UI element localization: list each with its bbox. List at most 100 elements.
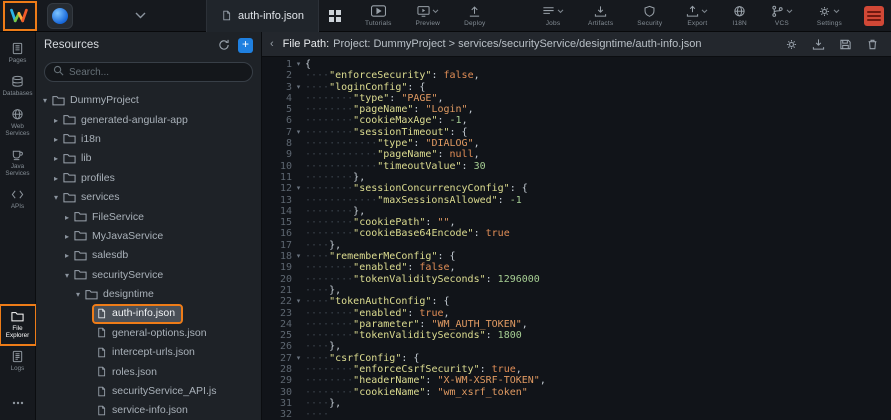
topbar-preview-button[interactable]: Preview xyxy=(416,5,441,27)
topbar-jobs-button[interactable]: Jobs xyxy=(542,5,564,27)
code-editor[interactable]: 1 ▾ { 2 ····"enforceSecurity": false, 3 … xyxy=(262,57,891,420)
tree-folder-i18n[interactable]: ▸ i18n xyxy=(36,130,261,149)
fold-toggle-icon[interactable]: ▾ xyxy=(292,82,305,93)
sidebar-item-java-services[interactable]: Java Services xyxy=(1,144,35,182)
sidebar-item-more[interactable] xyxy=(1,393,35,414)
tree-folder-myjavaservice[interactable]: ▸ MyJavaService xyxy=(36,227,261,246)
topbar-preview-label: Preview xyxy=(416,20,441,27)
database-icon xyxy=(11,75,24,88)
sidebar-item-web-services[interactable]: Web Services xyxy=(1,104,35,142)
code-line-content: ········"tokenValiditySeconds": 1296000 xyxy=(305,274,540,285)
topbar-i18n-button[interactable]: I18N xyxy=(732,5,747,27)
project-avatar[interactable] xyxy=(47,3,73,29)
tree-file-roles-json[interactable]: roles.json xyxy=(36,362,261,381)
sidebar-item-file-explorer[interactable]: File Explorer xyxy=(1,306,35,344)
line-number: 17 xyxy=(262,240,292,251)
i18n-icon xyxy=(733,5,746,18)
file-icon xyxy=(96,385,107,398)
tree-item-label: securityService xyxy=(92,269,163,281)
tree-item-label: FileService xyxy=(92,211,144,223)
code-line-25: 25 ········"tokenValiditySeconds": 1800 xyxy=(262,330,891,341)
settings-icon[interactable] xyxy=(785,38,798,51)
search-icon xyxy=(53,63,64,81)
wavemaker-logo[interactable] xyxy=(5,3,35,29)
code-line-32: 32 ···· xyxy=(262,409,891,420)
tree-folder-generated-angular-app[interactable]: ▸ generated-angular-app xyxy=(36,110,261,129)
line-number: 11 xyxy=(262,172,292,183)
menu-icon[interactable] xyxy=(864,6,884,26)
fold-toggle-icon[interactable]: ▾ xyxy=(292,127,305,138)
sidebar-item-apis[interactable]: APIs xyxy=(1,184,35,215)
topbar-vcs-button[interactable]: VCS xyxy=(771,5,793,27)
code-line-18: 18 ▾ ····"rememberMeConfig": { xyxy=(262,251,891,262)
resources-title: Resources xyxy=(44,39,210,51)
tree-file-service-info-json[interactable]: service-info.json xyxy=(36,401,261,420)
tree-file-general-options-json[interactable]: general-options.json xyxy=(36,324,261,343)
tree-folder-profiles[interactable]: ▸ profiles xyxy=(36,169,261,188)
fold-toggle-icon[interactable]: ▾ xyxy=(292,183,305,194)
sidebar-item-databases[interactable]: Databases xyxy=(1,71,35,102)
code-line-31: 31 ····}, xyxy=(262,398,891,409)
dashboard-grid-icon[interactable] xyxy=(329,10,341,22)
collapse-panel-icon[interactable]: ‹ xyxy=(270,38,274,50)
tree-file-intercept-urls-json[interactable]: intercept-urls.json xyxy=(36,343,261,362)
chevron-down-icon xyxy=(701,9,708,14)
tree-file-securityservice-api-js[interactable]: securityService_API.js xyxy=(36,382,261,401)
topbar-left-actions: Tutorials Preview Deploy xyxy=(341,0,485,31)
topbar-tutorials-button[interactable]: Tutorials xyxy=(365,5,391,27)
chevron-down-icon[interactable] xyxy=(135,12,146,19)
topbar-export-button[interactable]: Export xyxy=(686,5,708,27)
topbar-export-label: Export xyxy=(687,20,707,27)
line-number: 29 xyxy=(262,375,292,386)
code-line-26: 26 ····}, xyxy=(262,341,891,352)
tree-folder-securityservice[interactable]: ▾ securityService xyxy=(36,266,261,285)
add-resource-button[interactable]: + xyxy=(238,38,253,53)
topbar-vcs-label: VCS xyxy=(775,20,789,27)
line-number: 14 xyxy=(262,206,292,217)
tree-folder-dummyproject[interactable]: ▾ DummyProject xyxy=(36,91,261,110)
refresh-icon[interactable] xyxy=(218,39,230,51)
fold-toggle-icon[interactable]: ▾ xyxy=(292,59,305,70)
folder-icon xyxy=(63,152,76,165)
tree-folder-designtime[interactable]: ▾ designtime xyxy=(36,285,261,304)
topbar-deploy-button[interactable]: Deploy xyxy=(464,5,485,27)
save-icon[interactable] xyxy=(839,38,852,51)
tree-folder-salesdb[interactable]: ▸ salesdb xyxy=(36,246,261,265)
tree-folder-fileservice[interactable]: ▸ FileService xyxy=(36,207,261,226)
topbar-settings-button[interactable]: Settings xyxy=(817,5,842,27)
fold-toggle-icon[interactable]: ▾ xyxy=(292,296,305,307)
delete-icon[interactable] xyxy=(866,38,879,51)
tree-item-label: profiles xyxy=(81,172,115,184)
search-box[interactable] xyxy=(44,62,253,82)
fold-toggle-icon[interactable]: ▾ xyxy=(292,353,305,364)
tab-auth-info-json[interactable]: auth-info.json xyxy=(206,0,319,32)
line-number: 18 xyxy=(262,251,292,262)
folder-icon xyxy=(74,268,87,281)
line-number: 32 xyxy=(262,409,292,420)
topbar-security-button[interactable]: Security xyxy=(637,5,662,27)
tree-file-auth-info-json[interactable]: auth-info.json xyxy=(36,304,261,323)
fold-gutter xyxy=(292,195,305,206)
code-line-content: ····}, xyxy=(305,240,341,251)
security-icon xyxy=(643,5,656,18)
fold-gutter xyxy=(292,375,305,386)
line-number: 7 xyxy=(262,127,292,138)
tree-folder-lib[interactable]: ▸ lib xyxy=(36,149,261,168)
topbar-settings-label: Settings xyxy=(817,20,842,27)
code-line-4: 4 ········"type": "PAGE", xyxy=(262,93,891,104)
search-input[interactable] xyxy=(69,67,244,78)
tree-folder-services[interactable]: ▾ services xyxy=(36,188,261,207)
fold-toggle-icon[interactable]: ▾ xyxy=(292,251,305,262)
download-icon[interactable] xyxy=(812,38,825,51)
code-line-6: 6 ········"cookieMaxAge": -1, xyxy=(262,115,891,126)
code-line-content: ········"parameter": "WM_AUTH_TOKEN", xyxy=(305,319,528,330)
file-icon xyxy=(96,346,107,359)
code-line-16: 16 ········"cookieBase64Encode": true xyxy=(262,228,891,239)
topbar-artifacts-button[interactable]: Artifacts xyxy=(588,5,613,27)
sidebar-item-pages[interactable]: Pages xyxy=(1,38,35,69)
fold-gutter xyxy=(292,115,305,126)
folder-icon xyxy=(85,288,98,301)
fold-gutter xyxy=(292,240,305,251)
fold-gutter xyxy=(292,409,305,420)
sidebar-item-logs[interactable]: Logs xyxy=(1,346,35,377)
